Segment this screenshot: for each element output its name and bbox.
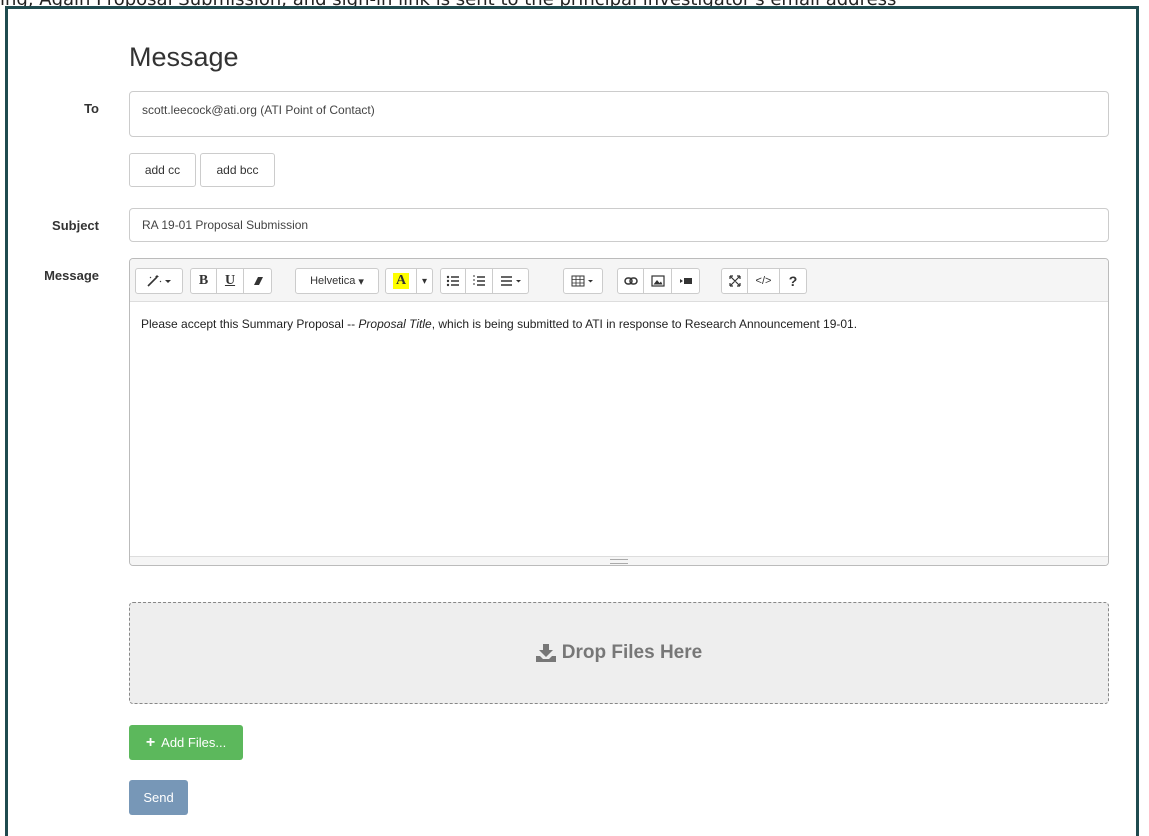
fullscreen-icon[interactable] [721, 268, 748, 294]
dropzone-label: Drop Files Here [561, 642, 703, 663]
ordered-list-icon[interactable] [466, 268, 493, 294]
magic-icon[interactable] [135, 268, 183, 294]
to-field[interactable]: scott.leecock@ati.org (ATI Point of Cont… [129, 91, 1109, 137]
editor-content[interactable]: Please accept this Summary Proposal -- P… [141, 317, 857, 331]
font-name-dropdown[interactable]: Helvetica ▾ [295, 268, 379, 294]
help-icon[interactable]: ? [780, 268, 807, 294]
grip-icon [610, 559, 628, 564]
align-icon[interactable] [493, 268, 529, 294]
proposal-title-placeholder: Proposal Title [358, 317, 432, 331]
download-icon [535, 644, 556, 662]
picture-icon[interactable] [644, 268, 672, 294]
subject-value: RA 19-01 Proposal Submission [142, 218, 309, 232]
add-files-label: Add Files... [161, 735, 227, 750]
plus-icon: + [145, 733, 156, 751]
caret-down-icon: ▾ [358, 275, 364, 288]
add-cc-button[interactable]: add cc [129, 153, 196, 187]
send-button[interactable]: Send [129, 780, 188, 815]
bold-icon[interactable]: B [190, 268, 217, 294]
font-name-label: Helvetica [310, 275, 356, 287]
subject-field[interactable]: RA 19-01 Proposal Submission [129, 208, 1109, 242]
eraser-icon[interactable] [244, 268, 272, 294]
subject-label: Subject [52, 218, 99, 233]
to-value: scott.leecock@ati.org (ATI Point of Cont… [142, 103, 375, 117]
body-text-start: Please accept this Summary Proposal -- [141, 317, 359, 331]
page-title: Message [129, 42, 239, 72]
link-icon[interactable] [617, 268, 644, 294]
color-dropdown-icon[interactable]: ▾ [417, 268, 433, 294]
body-text-end: , which is being submitted to ATI in res… [431, 317, 858, 331]
rich-text-editor[interactable]: B U Helvetica ▾ A ▾ </> ? Please accept … [129, 258, 1109, 566]
table-icon[interactable] [563, 268, 603, 294]
to-label: To [84, 101, 99, 116]
video-icon[interactable] [672, 268, 700, 294]
code-view-icon[interactable]: </> [748, 268, 780, 294]
underline-icon[interactable]: U [217, 268, 244, 294]
unordered-list-icon[interactable] [440, 268, 466, 294]
file-dropzone[interactable]: Drop Files Here [129, 602, 1109, 704]
editor-resize-handle[interactable] [130, 556, 1108, 565]
message-label: Message [44, 268, 99, 283]
add-bcc-button[interactable]: add bcc [200, 153, 275, 187]
add-files-button[interactable]: + Add Files... [129, 725, 243, 760]
editor-toolbar: B U Helvetica ▾ A ▾ </> ? [130, 259, 1108, 302]
text-color-icon[interactable]: A [385, 268, 417, 294]
